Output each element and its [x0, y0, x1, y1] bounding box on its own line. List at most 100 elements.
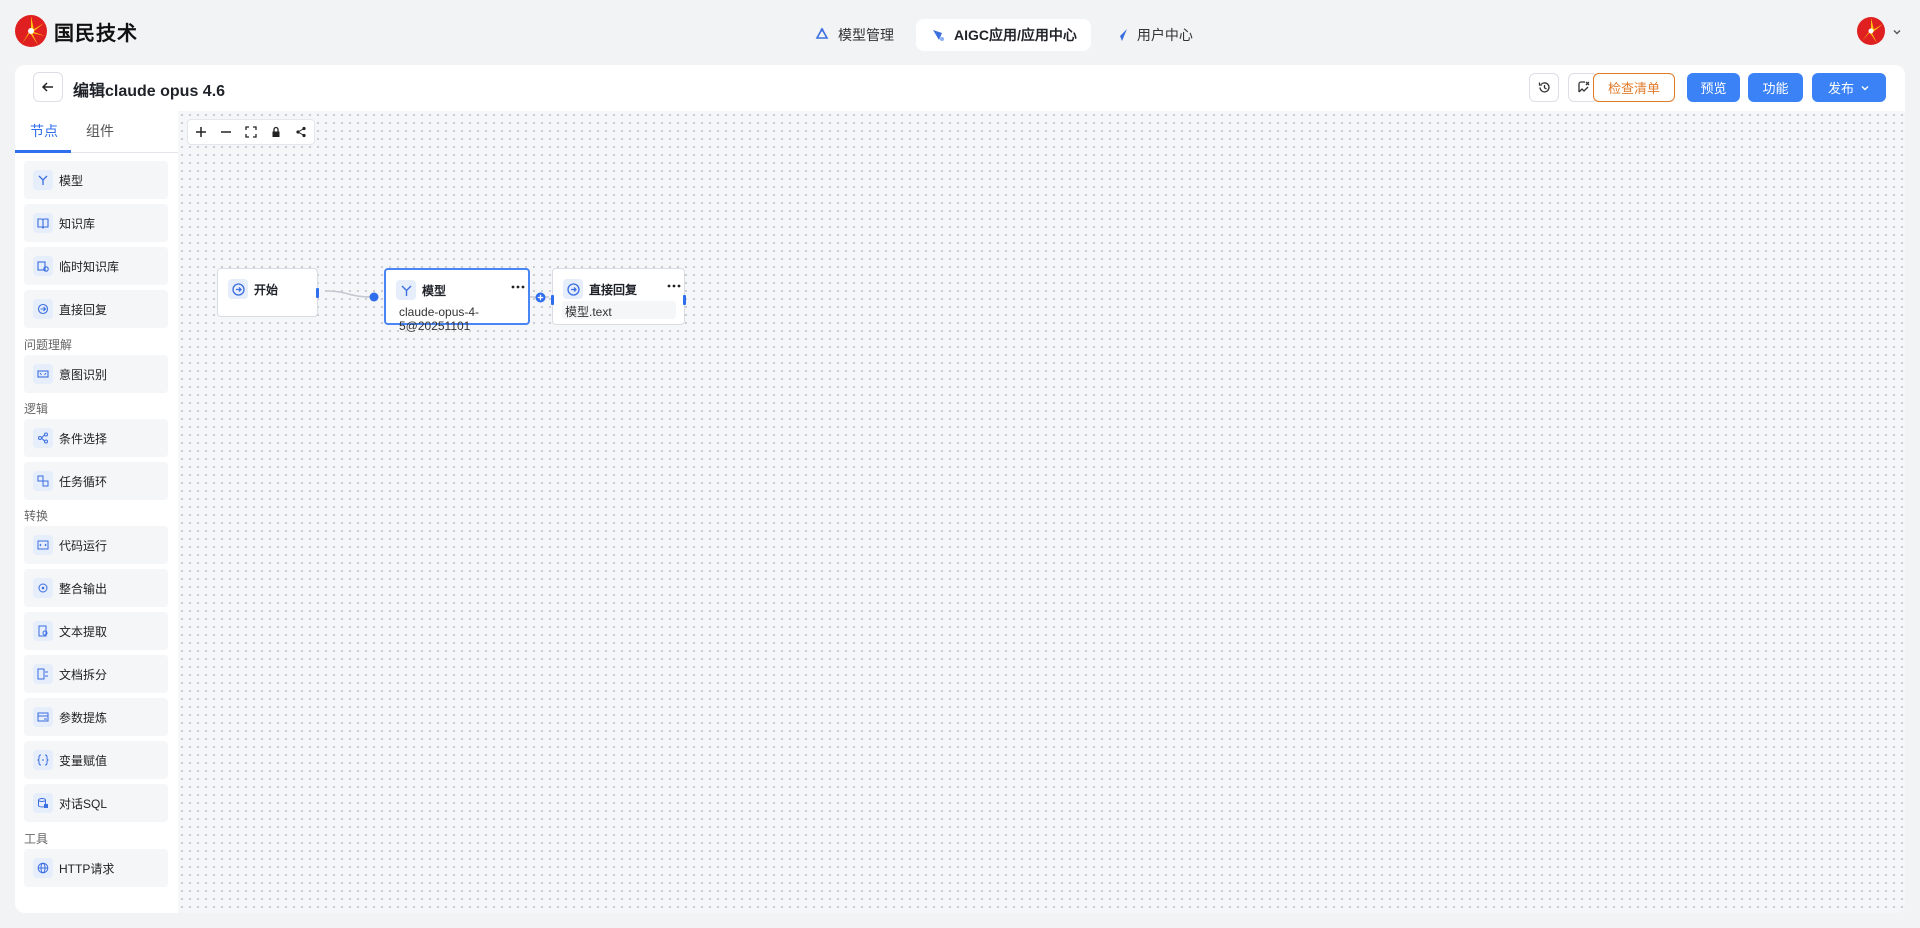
aigc-icon: [933, 30, 944, 41]
input-port[interactable]: [369, 292, 379, 302]
group-label-tools: 工具: [24, 832, 49, 846]
sidebar-item-label: 条件选择: [59, 431, 108, 446]
top-nav: 模型管理 AIGC应用/应用中心 用户中心: [800, 19, 1207, 51]
history-icon: [1538, 82, 1550, 93]
output-port[interactable]: [316, 288, 319, 298]
sidebar-item-doc-split[interactable]: 文档拆分: [24, 655, 168, 693]
nav-user-center[interactable]: 用户中心: [1099, 19, 1207, 51]
node-reply-field: 模型.text: [562, 301, 676, 319]
sidebar-item-direct-reply[interactable]: 直接回复: [24, 290, 168, 328]
brand-logo[interactable]: 国民技术: [14, 14, 138, 48]
sidebar-item-merge-output[interactable]: 整合输出: [24, 569, 168, 607]
fit-view-button[interactable]: [238, 120, 263, 144]
group-label-understanding: 问题理解: [24, 338, 73, 352]
text-extract-icon: [33, 621, 53, 641]
tab-active-indicator: [15, 150, 71, 153]
preview-button[interactable]: 预览: [1687, 73, 1740, 102]
nav-aigc-app-center[interactable]: AIGC应用/应用中心: [916, 19, 1091, 51]
sidebar-item-label: 模型: [59, 173, 84, 188]
sidebar-item-http-request[interactable]: HTTP请求: [24, 849, 168, 887]
sidebar-item-task-loop[interactable]: 任务循环: [24, 462, 168, 500]
flow-node-direct-reply[interactable]: 直接回复 模型.text: [551, 268, 686, 325]
sidebar-item-label: 变量赋值: [59, 753, 108, 768]
zoom-out-button[interactable]: [213, 120, 238, 144]
arrow-left-icon: [41, 82, 53, 92]
merge-icon: [33, 578, 53, 598]
input-port[interactable]: [551, 295, 554, 305]
sidebar-item-code-run[interactable]: 代码运行: [24, 526, 168, 564]
code-icon: [33, 535, 53, 555]
database-icon: [33, 793, 53, 813]
start-icon: [228, 279, 248, 299]
more-icon[interactable]: [666, 281, 682, 291]
intent-icon: [33, 364, 53, 384]
user-center-icon: [1114, 29, 1127, 41]
sidebar-item-variable-assign[interactable]: 变量赋值: [24, 741, 168, 779]
reply-icon: [563, 279, 583, 299]
sidebar-item-label: 知识库: [59, 216, 96, 231]
sidebar-item-chat-sql[interactable]: 对话SQL: [24, 784, 168, 822]
sidebar-item-label: 对话SQL: [59, 796, 108, 811]
minus-icon: [220, 131, 231, 133]
output-port[interactable]: [683, 295, 686, 305]
sidebar-tabs: 节点 组件: [15, 111, 178, 153]
flow-node-model[interactable]: 模型 claude-opus-4-5@20251101: [384, 268, 530, 333]
chevron-down-icon[interactable]: [1892, 27, 1902, 37]
sidebar-item-label: 代码运行: [59, 538, 108, 553]
edge-start-model: [326, 290, 373, 298]
history-button[interactable]: [1529, 73, 1559, 102]
publish-button[interactable]: 发布: [1812, 73, 1886, 102]
doc-split-icon: [33, 664, 53, 684]
model-node-icon: [33, 170, 53, 190]
nav-label: AIGC应用/应用中心: [954, 27, 1077, 43]
zoom-in-button[interactable]: [188, 120, 213, 144]
checklist-button[interactable]: 检查清单: [1593, 73, 1675, 102]
nav-label: 模型管理: [838, 27, 894, 43]
back-button[interactable]: [33, 72, 63, 102]
sidebar-item-label: 直接回复: [59, 302, 108, 317]
tab-components[interactable]: 组件: [86, 121, 114, 141]
sidebar-item-model[interactable]: 模型: [24, 161, 168, 199]
variable-icon: [33, 750, 53, 770]
sidebar-item-label: 任务循环: [59, 474, 108, 489]
globe-icon: [33, 858, 53, 878]
sidebar-item-temp-knowledge-base[interactable]: 临时知识库: [24, 247, 168, 285]
publish-label: 发布: [1827, 81, 1854, 96]
temp-book-icon: [33, 256, 53, 276]
branch-icon: [33, 428, 53, 448]
nav-model-management[interactable]: 模型管理: [800, 19, 908, 51]
node-title: 直接回复: [589, 282, 638, 297]
model-icon: [815, 27, 829, 39]
tab-nodes[interactable]: 节点: [30, 121, 58, 141]
function-button[interactable]: 功能: [1748, 73, 1803, 102]
sidebar-item-label: 文本提取: [59, 624, 108, 639]
sidebar-item-condition[interactable]: 条件选择: [24, 419, 168, 457]
lock-button[interactable]: [263, 120, 288, 144]
sidebar-item-param-extract[interactable]: 参数提炼: [24, 698, 168, 736]
sidebar-item-text-extract[interactable]: 文本提取: [24, 612, 168, 650]
loop-icon: [33, 471, 53, 491]
book-icon: [33, 213, 53, 233]
logo-icon: [15, 15, 47, 47]
node-title: 开始: [254, 282, 279, 297]
node-header: 直接回复: [563, 279, 637, 299]
nav-label: 用户中心: [1136, 27, 1193, 43]
more-icon[interactable]: [510, 282, 526, 292]
sidebar-item-knowledge-base[interactable]: 知识库: [24, 204, 168, 242]
sidebar-item-label: 整合输出: [59, 581, 108, 596]
user-avatar[interactable]: [1856, 16, 1886, 46]
editor-header: 编辑claude opus 4.6 检查清单 预览 功能 发布: [15, 65, 1905, 111]
node-title: 模型: [422, 283, 447, 298]
plus-icon: [195, 127, 206, 137]
sidebar-item-intent-recognition[interactable]: 意图识别: [24, 355, 168, 393]
group-label-logic: 逻辑: [24, 402, 49, 416]
sidebar-item-label: 参数提炼: [59, 710, 108, 725]
flow-node-start[interactable]: 开始: [217, 268, 319, 317]
share-button[interactable]: [288, 120, 313, 144]
edges-layer: [326, 290, 549, 298]
brand-name: 国民技术: [54, 22, 138, 45]
param-icon: [33, 707, 53, 727]
add-node-port[interactable]: [535, 292, 546, 303]
fullscreen-icon: [244, 126, 257, 138]
workflow-canvas[interactable]: 开始 模型 claude-opus-4-5@20251101 直接回复 模型.t…: [178, 111, 1905, 913]
